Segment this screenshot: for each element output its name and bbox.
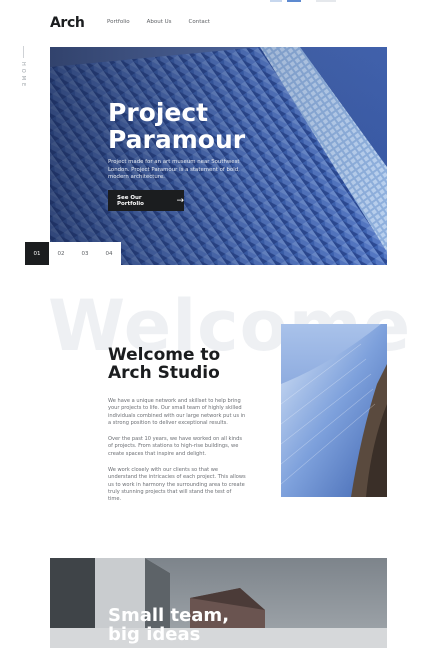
welcome-paragraph-2: Over the past 10 years, we have worked o… (108, 436, 243, 457)
see-portfolio-button[interactable]: See Our Portfolio → (108, 190, 184, 211)
welcome-building-image (281, 324, 387, 497)
hero-text-block: Project Paramour Project made for an art… (108, 99, 288, 187)
side-divider (22, 46, 24, 58)
side-home-label: HOME (17, 46, 29, 89)
welcome-title: Welcome to Arch Studio (108, 346, 278, 382)
hero-description: Project made for an art museum near Sout… (108, 159, 240, 181)
small-team-title: Small team, big ideas (108, 606, 229, 644)
hero-slide: Project Paramour Project made for an art… (50, 47, 387, 265)
hero-title-line1: Project (108, 98, 209, 127)
nav-portfolio[interactable]: Portfolio (107, 19, 130, 25)
nav-about-us[interactable]: About Us (147, 19, 172, 25)
small-team-section: Small team, big ideas (50, 558, 387, 648)
hero-title-line2: Paramour (108, 125, 246, 154)
main-nav: Portfolio About Us Contact (107, 19, 210, 25)
pager-item-01[interactable]: 01 (25, 242, 49, 265)
small-team-title-line2: big ideas (108, 624, 201, 645)
hero-title: Project Paramour (108, 99, 288, 153)
top-decoration (270, 0, 340, 2)
logo[interactable]: Arch (50, 15, 85, 31)
small-team-title-line1: Small team, (108, 605, 230, 626)
nav-contact[interactable]: Contact (189, 19, 210, 25)
see-portfolio-label: See Our Portfolio (117, 194, 144, 207)
pager-item-04[interactable]: 04 (97, 242, 121, 265)
slide-pager: 01 02 03 04 (25, 242, 121, 265)
pager-item-03[interactable]: 03 (73, 242, 97, 265)
pager-item-02[interactable]: 02 (49, 242, 73, 265)
side-home-text: HOME (20, 62, 26, 90)
welcome-title-line1: Welcome to (108, 345, 221, 365)
arrow-right-icon: → (176, 195, 184, 206)
welcome-paragraph-1: We have a unique network and skillset to… (108, 398, 246, 426)
welcome-paragraph-3: We work closely with our clients so that… (108, 467, 246, 503)
welcome-title-line2: Arch Studio (108, 363, 220, 383)
